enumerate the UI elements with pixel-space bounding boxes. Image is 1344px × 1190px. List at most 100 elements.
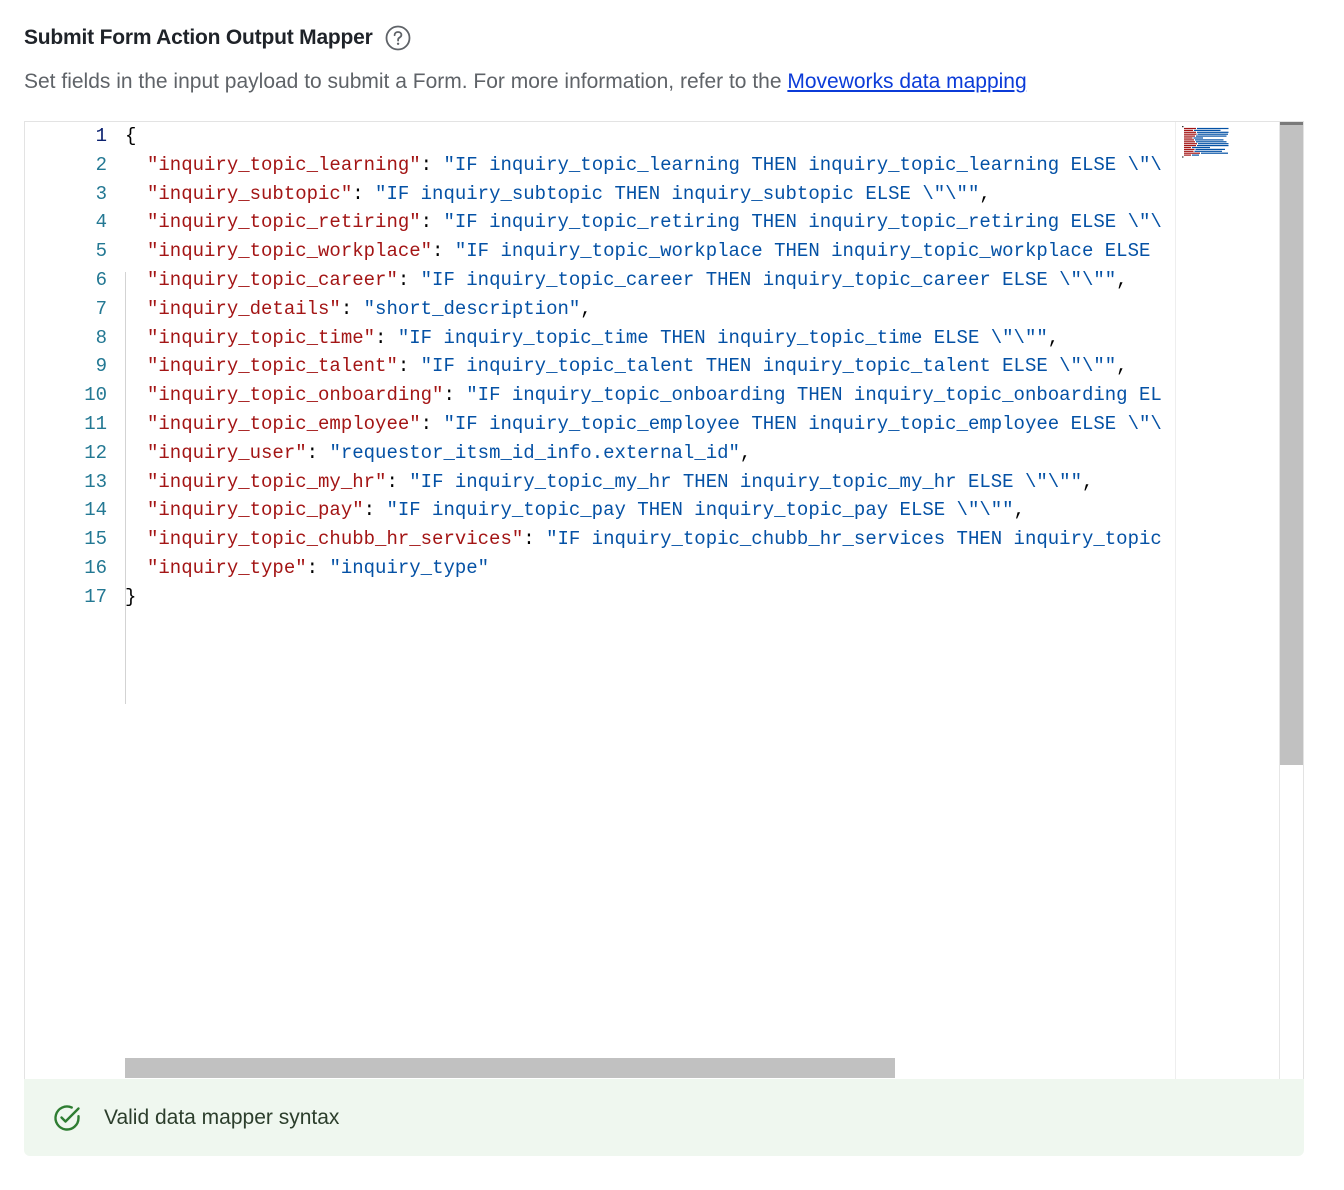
description: Set fields in the input payload to submi… <box>24 70 1027 94</box>
header: Submit Form Action Output Mapper <box>24 22 411 54</box>
code-line: } <box>125 583 136 612</box>
line-number: 13 <box>84 470 107 493</box>
code-sep: } <box>125 585 137 608</box>
line-number: 7 <box>95 297 107 320</box>
minimap-key-stroke <box>1184 141 1195 143</box>
minimap-key-stroke <box>1184 129 1193 131</box>
page-title: Submit Form Action Output Mapper <box>24 26 373 49</box>
code-tail: , <box>580 297 592 320</box>
minimap-key-stroke <box>1184 154 1191 156</box>
minimap-key-stroke <box>1182 126 1184 128</box>
line-number: 12 <box>84 441 107 464</box>
minimap-value-stroke <box>1195 139 1224 141</box>
line-number: 4 <box>95 211 107 234</box>
line-number: 1 <box>95 125 107 147</box>
code-sep: : <box>397 355 421 378</box>
question-circle-icon[interactable] <box>385 25 411 51</box>
code-key: "inquiry_topic_workplace" <box>147 240 433 263</box>
minimap-key-stroke <box>1184 148 1195 150</box>
code-key: "inquiry_topic_my_hr" <box>147 470 387 493</box>
code-line: "inquiry_topic_my_hr": "IF inquiry_topic… <box>147 468 1093 497</box>
code-line: "inquiry_topic_time": "IF inquiry_topic_… <box>147 324 1059 353</box>
code-line: "inquiry_topic_workplace": "IF inquiry_t… <box>147 237 1150 266</box>
minimap-value-stroke <box>1197 127 1229 130</box>
data-mapping-link[interactable]: Moveworks data mapping <box>787 70 1026 93</box>
code-sep: { <box>125 125 137 147</box>
line-number: 8 <box>95 326 107 349</box>
code-key: "inquiry_topic_talent" <box>147 355 398 378</box>
code-tail: , <box>1047 326 1060 349</box>
code-tail: , <box>979 182 991 205</box>
code-key: "inquiry_topic_employee" <box>147 413 421 435</box>
code-editor[interactable]: 1 2 3 4 5 6 7 8 9 10 11 12 13 14 15 16 17 {"inquiry_topi… <box>24 121 1304 1079</box>
line-number: 6 <box>95 269 107 291</box>
code-sep: : <box>397 269 421 291</box>
line-number: 3 <box>95 182 107 205</box>
minimap-value-stroke <box>1198 143 1229 145</box>
code-line: "inquiry_topic_retiring": "IF inquiry_to… <box>147 208 1162 237</box>
code-value: "IF inquiry_topic_time THEN inquiry_topi… <box>397 326 1048 349</box>
minimap-key-stroke <box>1184 150 1194 152</box>
code-sep: : <box>420 211 444 234</box>
code-value: "IF inquiry_topic_chubb_hr_services THEN… <box>546 528 1162 551</box>
code-sep: : <box>420 153 444 176</box>
minimap-value-stroke <box>1194 129 1221 131</box>
code-key: "inquiry_topic_onboarding" <box>147 384 444 407</box>
code-value: "requestor_itsm_id_info.external_id" <box>329 441 740 464</box>
minimap-key-stroke <box>1184 145 1196 147</box>
code-value: "IF inquiry_topic_workplace THEN inquiry… <box>454 240 1151 263</box>
validation-status: Valid data mapper syntax <box>24 1079 1304 1156</box>
line-number: 9 <box>95 355 107 378</box>
code-value: "short_description" <box>363 297 581 320</box>
code-sep: : <box>306 557 330 579</box>
line-number: 16 <box>84 557 107 579</box>
code-key: "inquiry_user" <box>147 441 307 464</box>
minimap-key-stroke <box>1184 133 1197 135</box>
code-key: "inquiry_topic_chubb_hr_services" <box>147 528 524 551</box>
description-text: Set fields in the input payload to submi… <box>24 70 788 93</box>
vertical-scrollbar[interactable] <box>1279 122 1303 1079</box>
code-value: "IF inquiry_topic_employee THEN inquiry_… <box>443 413 1162 435</box>
code-sep: : <box>363 499 387 522</box>
code-key: "inquiry_topic_career" <box>147 269 398 291</box>
code-value: "IF inquiry_topic_career THEN inquiry_to… <box>420 269 1117 291</box>
code-line: "inquiry_topic_employee": "IF inquiry_to… <box>147 410 1162 439</box>
code-line: "inquiry_user": "requestor_itsm_id_info.… <box>147 439 751 468</box>
minimap-value-stroke <box>1192 154 1199 156</box>
horizontal-scrollbar-thumb[interactable] <box>125 1058 895 1078</box>
code-sep: : <box>375 326 398 349</box>
code-line: "inquiry_topic_onboarding": "IF inquiry_… <box>147 381 1162 410</box>
code-tail: , <box>1116 269 1128 291</box>
code-value: "IF inquiry_topic_retiring THEN inquiry_… <box>443 211 1162 234</box>
line-number: 5 <box>95 240 107 263</box>
line-number: 14 <box>84 499 107 522</box>
minimap-key-stroke <box>1184 146 1191 149</box>
code-value: "inquiry_type" <box>329 557 490 579</box>
minimap-value-stroke <box>1201 152 1228 154</box>
code-key: "inquiry_topic_retiring" <box>147 211 421 234</box>
vertical-scrollbar-thumb[interactable] <box>1280 122 1303 765</box>
minimap-value-stroke <box>1192 146 1210 149</box>
code-sep: : <box>523 528 547 551</box>
code-sep: : <box>443 384 467 407</box>
code-key: "inquiry_details" <box>147 297 341 320</box>
code-line: "inquiry_topic_learning": "IF inquiry_to… <box>147 151 1162 180</box>
code-sep: : <box>432 240 455 263</box>
minimap-value-stroke <box>1193 137 1203 139</box>
status-text: Valid data mapper syntax <box>104 1105 340 1129</box>
code-sep: : <box>340 297 364 320</box>
code-value: "IF inquiry_topic_my_hr THEN inquiry_top… <box>409 470 1082 493</box>
code-tail: , <box>1013 499 1025 522</box>
line-number: 2 <box>95 153 107 176</box>
code-key: "inquiry_type" <box>147 557 307 579</box>
code-line: "inquiry_topic_talent": "IF inquiry_topi… <box>147 352 1128 381</box>
code-tail: , <box>739 441 752 464</box>
line-number: 11 <box>84 413 107 435</box>
code-line: "inquiry_topic_career": "IF inquiry_topi… <box>147 266 1128 295</box>
minimap-value-stroke <box>1197 131 1229 133</box>
minimap-key-stroke <box>1182 156 1184 158</box>
minimap[interactable] <box>1175 122 1279 1079</box>
code-key: "inquiry_topic_time" <box>147 326 376 349</box>
code-line: "inquiry_details": "short_description", <box>147 295 592 324</box>
code-area[interactable]: { "inquiry_topic_learning": "IF inquiry_t… <box>125 122 1175 1079</box>
